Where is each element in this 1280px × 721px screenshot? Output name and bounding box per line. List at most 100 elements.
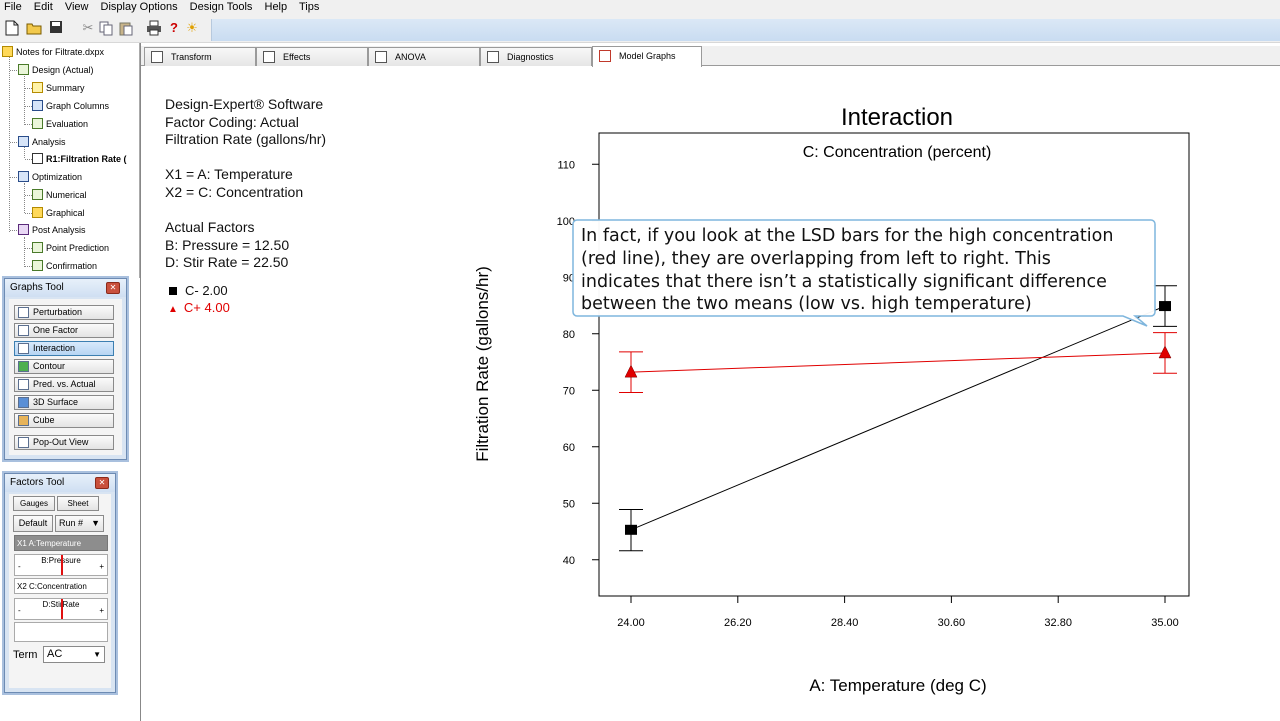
menu-display-options[interactable]: Display Options: [101, 1, 178, 13]
factors-tool-window: Factors Tool ✕ Gauges Sheet Default Run …: [4, 473, 116, 693]
x-tick-label: 32.80: [1044, 617, 1072, 629]
chart-series: [619, 285, 1177, 552]
menu-help[interactable]: Help: [265, 1, 288, 13]
slider-marker[interactable]: [61, 555, 63, 575]
new-icon[interactable]: [4, 20, 20, 36]
print-icon[interactable]: [146, 20, 162, 36]
gauges-tab[interactable]: Gauges: [13, 496, 55, 511]
default-button[interactable]: Default: [13, 515, 53, 532]
design-expert-window: File Edit View Display Options Design To…: [0, 0, 1280, 721]
x-tick-label: 30.60: [938, 617, 966, 629]
pred-vs-actual-button[interactable]: Pred. vs. Actual: [14, 377, 114, 392]
3d-surface-button[interactable]: 3D Surface: [14, 395, 114, 410]
one-factor-icon: [18, 325, 29, 336]
d-stirrate-slider[interactable]: D:StirRate - +: [14, 598, 108, 620]
tip-icon[interactable]: ☀: [184, 20, 200, 36]
point-prediction-icon: [32, 242, 43, 253]
factor-x1-row[interactable]: X1 A:Temperature: [14, 535, 108, 551]
copy-icon[interactable]: [98, 20, 114, 36]
y-tick-label: 100: [557, 216, 575, 228]
menu-edit[interactable]: Edit: [34, 1, 53, 13]
cube-icon: [18, 415, 29, 426]
menu-tips[interactable]: Tips: [299, 1, 319, 13]
data-point: [624, 364, 638, 378]
evaluation-icon: [32, 118, 43, 129]
x-tick-label: 28.40: [831, 617, 859, 629]
y-tick-label: 80: [563, 329, 575, 341]
slider-marker[interactable]: [61, 599, 63, 619]
close-icon[interactable]: ✕: [95, 477, 109, 489]
menu-file[interactable]: File: [4, 1, 22, 13]
tree-design[interactable]: Design (Actual): [18, 63, 94, 78]
factor-empty-row: [14, 622, 108, 642]
chart-title: Interaction: [841, 104, 953, 131]
grid-icon: [18, 64, 29, 75]
one-factor-button[interactable]: One Factor: [14, 323, 114, 338]
tree-analysis[interactable]: Analysis: [18, 135, 66, 150]
close-icon[interactable]: ✕: [106, 282, 120, 294]
summary-icon: [32, 82, 43, 93]
callout-bubble: In fact, if you look at the LSD bars for…: [572, 219, 1156, 327]
tree-point-prediction[interactable]: Point Prediction: [32, 241, 109, 256]
run-select[interactable]: Run # ▼: [55, 515, 104, 532]
help-icon[interactable]: ?: [166, 20, 182, 36]
y-tick-label: 110: [557, 159, 575, 171]
term-select[interactable]: AC ▼: [43, 646, 105, 663]
tree-numerical[interactable]: Numerical: [32, 188, 87, 203]
tree-r1-filtration-rate[interactable]: R1:Filtration Rate (: [32, 152, 127, 167]
tree-graphical[interactable]: Graphical: [32, 206, 85, 221]
data-point: [625, 524, 637, 535]
tree-root[interactable]: Notes for Filtrate.dxpx: [2, 45, 104, 60]
tree-post-analysis[interactable]: Post Analysis: [18, 223, 86, 238]
menu-view[interactable]: View: [65, 1, 89, 13]
interaction-icon: [18, 343, 29, 354]
open-icon[interactable]: [26, 20, 42, 36]
analysis-icon: [18, 136, 29, 147]
tree-graph-columns[interactable]: Graph Columns: [32, 99, 109, 114]
tree-summary[interactable]: Summary: [32, 81, 85, 96]
3d-surface-icon: [18, 397, 29, 408]
series-line: [630, 305, 1166, 531]
save-icon[interactable]: [48, 20, 64, 36]
chevron-down-icon: ▼: [93, 650, 101, 659]
x-axis-label: A: Temperature (deg C): [809, 676, 986, 695]
x-axis: 24.00 26.20 28.40 30.60 32.80 35.00: [617, 596, 1179, 629]
perturbation-button[interactable]: Perturbation: [14, 305, 114, 320]
pop-out-icon: [18, 437, 29, 448]
pop-out-view-button[interactable]: Pop-Out View: [14, 435, 114, 450]
factor-x2-row[interactable]: X2 C:Concentration: [14, 578, 108, 594]
term-label: Term: [13, 649, 38, 661]
pred-vs-actual-icon: [18, 379, 29, 390]
data-point: [1159, 301, 1171, 312]
interaction-button[interactable]: Interaction: [14, 341, 114, 356]
graph-columns-icon: [32, 100, 43, 111]
tree-optimization[interactable]: Optimization: [18, 170, 82, 185]
sheet-tab[interactable]: Sheet: [57, 496, 99, 511]
paste-icon[interactable]: [118, 20, 134, 36]
model-graphs-pane: Transform Effects ANOVA Diagnostics Mode…: [140, 43, 1280, 721]
cut-icon[interactable]: ✂: [80, 20, 96, 36]
chart-subtitle: C: Concentration (percent): [803, 144, 992, 161]
b-pressure-slider[interactable]: B:Pressure - +: [14, 554, 108, 576]
y-tick-label: 40: [563, 555, 575, 567]
perturbation-icon: [18, 307, 29, 318]
optimization-icon: [18, 171, 29, 182]
cube-button[interactable]: Cube: [14, 413, 114, 428]
chevron-down-icon: ▼: [91, 518, 100, 528]
toolbar: ✂ ? ☀: [0, 15, 1280, 43]
graphs-tool-window: Graphs Tool ✕ Perturbation One Factor In…: [4, 278, 127, 460]
tree-evaluation[interactable]: Evaluation: [32, 117, 88, 132]
y-tick-label: 60: [563, 442, 575, 454]
tree-confirmation[interactable]: Confirmation: [32, 259, 97, 274]
response-icon: [32, 153, 43, 164]
contour-button[interactable]: Contour: [14, 359, 114, 374]
callout-line: between the two means (low vs. high temp…: [581, 294, 1032, 314]
callout-line: indicates that there isn’t a statistical…: [581, 272, 1107, 292]
y-tick-label: 70: [563, 385, 575, 397]
x-tick-label: 24.00: [617, 617, 645, 629]
folder-icon: [2, 46, 13, 57]
menu-bar: File Edit View Display Options Design To…: [0, 0, 1280, 15]
menu-design-tools[interactable]: Design Tools: [190, 1, 253, 13]
plot-frame: [598, 132, 1190, 597]
post-analysis-icon: [18, 224, 29, 235]
